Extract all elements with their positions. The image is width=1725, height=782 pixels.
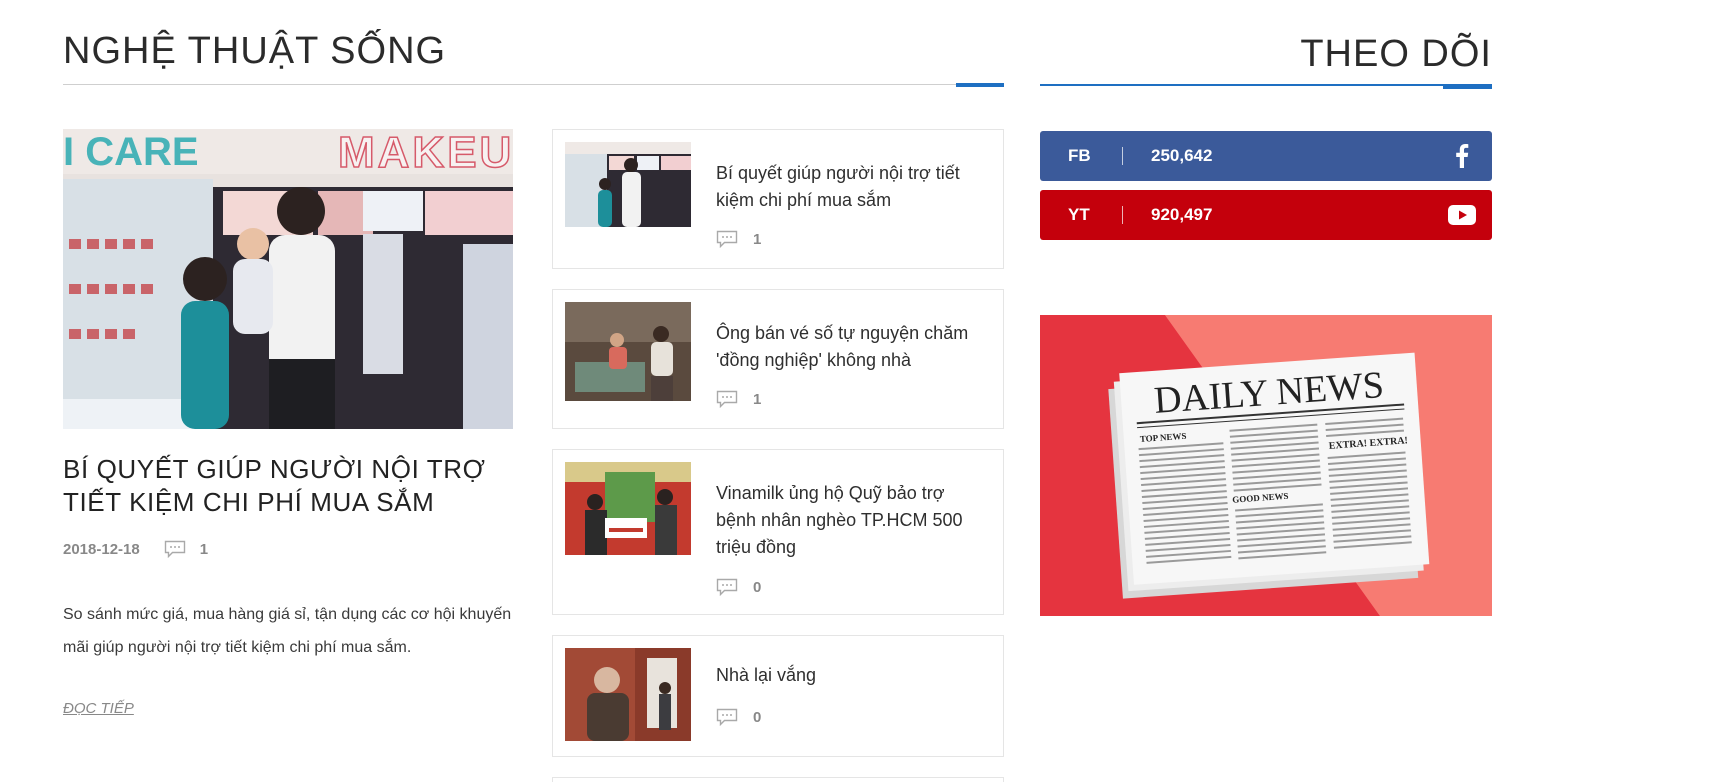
section-title: NGHỆ THUẬT SỐNG <box>63 30 447 72</box>
list-item[interactable] <box>552 777 1004 782</box>
feature-photo: I CARE MAKEU <box>63 129 513 429</box>
read-more-link[interactable]: ĐỌC TIẾP <box>63 700 134 717</box>
signage-icare: I CARE <box>63 130 199 174</box>
comment-count: 0 <box>753 708 762 726</box>
feature-meta: 2018-12-18 1 <box>63 540 209 559</box>
section-divider-accent <box>956 83 1004 87</box>
article-thumbnail[interactable] <box>565 648 691 741</box>
article-title[interactable]: Nhà lại vắng <box>716 662 986 689</box>
section-divider-accent <box>1443 85 1492 89</box>
signage-makeup: MAKEU <box>338 129 513 177</box>
feature-image[interactable]: I CARE MAKEU <box>63 129 513 429</box>
comment-count: 1 <box>753 230 762 248</box>
comment-count: 0 <box>753 578 762 596</box>
social-separator <box>1122 147 1123 165</box>
list-item[interactable]: Bí quyết giúp người nội trợ tiết kiệm ch… <box>552 129 1004 269</box>
newspaper-illustration: DAILY NEWS TOP NEWS EXTRA! EXTRA! GOOD N… <box>1040 315 1492 616</box>
feature-excerpt: So sánh mức giá, mua hàng giá sỉ, tận dụ… <box>63 606 512 656</box>
comment-icon <box>716 230 738 249</box>
section-header-lifestyle: NGHỆ THUẬT SỐNG <box>63 30 446 73</box>
article-title[interactable]: Ông bán vé số tự nguyện chăm 'đồng nghiệ… <box>716 320 986 374</box>
article-meta: 1 <box>716 230 762 249</box>
comment-count: 1 <box>753 390 762 408</box>
section-divider <box>1040 84 1492 86</box>
article-title[interactable]: Bí quyết giúp người nội trợ tiết kiệm ch… <box>716 160 986 214</box>
social-count: 920,497 <box>1151 205 1213 224</box>
list-item[interactable]: Vinamilk ủng hộ Quỹ bảo trợ bệnh nhân ng… <box>552 449 1004 615</box>
ad-banner[interactable]: DAILY NEWS TOP NEWS EXTRA! EXTRA! GOOD N… <box>1040 315 1492 616</box>
social-separator <box>1122 206 1123 224</box>
facebook-icon <box>1432 144 1492 168</box>
list-item[interactable]: Ông bán vé số tự nguyện chăm 'đồng nghiệ… <box>552 289 1004 429</box>
list-item[interactable]: Nhà lại vắng 0 <box>552 635 1004 757</box>
comment-icon <box>716 390 738 409</box>
section-header-follow: THEO DÕI <box>1040 33 1492 76</box>
article-meta: 1 <box>716 390 762 409</box>
feature-headline[interactable]: BÍ QUYẾT GIÚP NGƯỜI NỘI TRỢ TIẾT KIỆM CH… <box>63 453 523 519</box>
comment-icon <box>164 540 186 559</box>
section-title: THEO DÕI <box>1300 33 1492 75</box>
feature-comment-count: 1 <box>199 540 209 558</box>
social-abbr: YT <box>1068 205 1090 224</box>
youtube-follow-button[interactable]: YT 920,497 <box>1040 190 1492 240</box>
article-meta: 0 <box>716 708 762 727</box>
social-abbr: FB <box>1068 146 1091 165</box>
youtube-icon <box>1432 205 1492 225</box>
social-count: 250,642 <box>1151 146 1213 165</box>
article-meta: 0 <box>716 578 762 597</box>
comment-icon <box>716 578 738 597</box>
section-divider <box>63 84 956 85</box>
article-thumbnail[interactable] <box>565 462 691 555</box>
article-title[interactable]: Vinamilk ủng hộ Quỹ bảo trợ bệnh nhân ng… <box>716 480 986 561</box>
comment-icon <box>716 708 738 727</box>
facebook-follow-button[interactable]: FB 250,642 <box>1040 131 1492 181</box>
article-thumbnail[interactable] <box>565 302 691 401</box>
feature-date: 2018-12-18 <box>63 540 140 558</box>
article-thumbnail[interactable] <box>565 142 691 227</box>
